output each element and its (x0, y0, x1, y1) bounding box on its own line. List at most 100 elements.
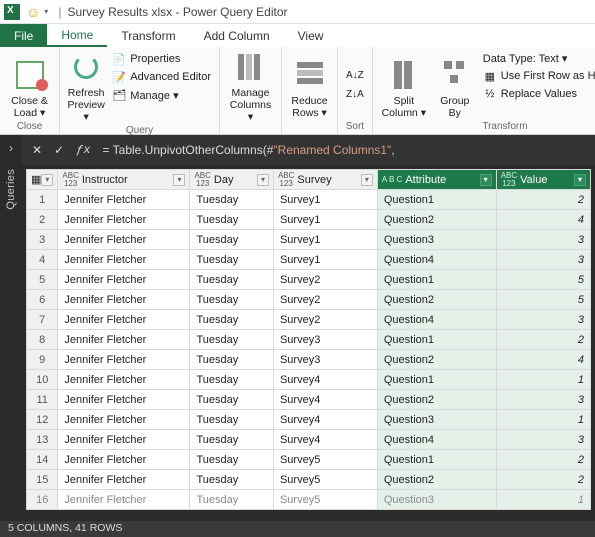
qat-dropdown-icon[interactable]: ▾ (44, 7, 48, 16)
commit-formula-button[interactable]: ✓ (54, 143, 64, 157)
column-header-attribute[interactable]: A B CAttribute▾ (377, 170, 496, 190)
cell-day[interactable]: Tuesday (190, 250, 273, 270)
rail-expand-icon[interactable]: › (9, 141, 13, 155)
tab-file[interactable]: File (0, 24, 47, 47)
cell-survey[interactable]: Survey2 (273, 270, 377, 290)
row-number[interactable]: 7 (27, 310, 58, 330)
cell-day[interactable]: Tuesday (190, 310, 273, 330)
cell-value[interactable]: 2 (496, 190, 590, 210)
cell-survey[interactable]: Survey4 (273, 410, 377, 430)
column-filter-icon[interactable]: ▾ (574, 174, 586, 186)
row-number[interactable]: 11 (27, 390, 58, 410)
cell-value[interactable]: 5 (496, 270, 590, 290)
column-filter-icon[interactable]: ▾ (257, 174, 269, 186)
cell-survey[interactable]: Survey1 (273, 250, 377, 270)
split-column-button[interactable]: Split Column ▾ (379, 51, 429, 119)
cell-instructor[interactable]: Jennifer Fletcher (58, 290, 190, 310)
cell-attribute[interactable]: Question1 (377, 270, 496, 290)
table-row[interactable]: 3Jennifer FletcherTuesdaySurvey1Question… (27, 230, 591, 250)
row-number[interactable]: 12 (27, 410, 58, 430)
table-row[interactable]: 10Jennifer FletcherTuesdaySurvey4Questio… (27, 370, 591, 390)
cell-survey[interactable]: Survey1 (273, 210, 377, 230)
table-row[interactable]: 14Jennifer FletcherTuesdaySurvey5Questio… (27, 450, 591, 470)
row-number[interactable]: 5 (27, 270, 58, 290)
queries-rail[interactable]: › Queries (0, 135, 22, 521)
cell-survey[interactable]: Survey2 (273, 290, 377, 310)
data-type-button[interactable]: Data Type: Text ▾ (481, 51, 595, 66)
cell-value[interactable]: 1 (496, 410, 590, 430)
tab-view[interactable]: View (284, 24, 338, 47)
row-number[interactable]: 4 (27, 250, 58, 270)
tab-transform[interactable]: Transform (107, 24, 189, 47)
cell-day[interactable]: Tuesday (190, 450, 273, 470)
row-number[interactable]: 16 (27, 490, 58, 510)
table-row[interactable]: 7Jennifer FletcherTuesdaySurvey2Question… (27, 310, 591, 330)
advanced-editor-button[interactable]: 📝 Advanced Editor (110, 69, 213, 85)
cell-attribute[interactable]: Question2 (377, 210, 496, 230)
cell-instructor[interactable]: Jennifer Fletcher (58, 390, 190, 410)
cell-value[interactable]: 3 (496, 230, 590, 250)
cell-day[interactable]: Tuesday (190, 190, 273, 210)
data-grid[interactable]: ▦▾ ABC123Instructor▾ABC123Day▾ABC123Surv… (22, 165, 595, 521)
cell-instructor[interactable]: Jennifer Fletcher (58, 470, 190, 490)
cell-day[interactable]: Tuesday (190, 290, 273, 310)
cell-day[interactable]: Tuesday (190, 390, 273, 410)
row-number[interactable]: 1 (27, 190, 58, 210)
cell-day[interactable]: Tuesday (190, 370, 273, 390)
cell-value[interactable]: 5 (496, 290, 590, 310)
table-row[interactable]: 16Jennifer FletcherTuesdaySurvey5Questio… (27, 490, 591, 510)
cell-day[interactable]: Tuesday (190, 430, 273, 450)
column-filter-icon[interactable]: ▾ (361, 174, 373, 186)
cell-survey[interactable]: Survey4 (273, 430, 377, 450)
formula-text[interactable]: = Table.UnpivotOtherColumns(#"Renamed Co… (103, 143, 395, 158)
table-row[interactable]: 11Jennifer FletcherTuesdaySurvey4Questio… (27, 390, 591, 410)
cell-survey[interactable]: Survey1 (273, 230, 377, 250)
tab-add-column[interactable]: Add Column (190, 24, 284, 47)
reduce-rows-button[interactable]: Reduce Rows ▾ (288, 51, 331, 119)
group-by-button[interactable]: Group By (433, 51, 477, 119)
cell-instructor[interactable]: Jennifer Fletcher (58, 250, 190, 270)
cell-instructor[interactable]: Jennifer Fletcher (58, 370, 190, 390)
table-menu-icon[interactable]: ▾ (41, 174, 53, 186)
cell-value[interactable]: 4 (496, 350, 590, 370)
sort-asc-button[interactable]: A↓Z (344, 69, 366, 82)
cell-attribute[interactable]: Question3 (377, 490, 496, 510)
cell-value[interactable]: 3 (496, 310, 590, 330)
cell-value[interactable]: 1 (496, 490, 590, 510)
cell-survey[interactable]: Survey4 (273, 390, 377, 410)
table-row[interactable]: 13Jennifer FletcherTuesdaySurvey4Questio… (27, 430, 591, 450)
cell-survey[interactable]: Survey5 (273, 470, 377, 490)
close-and-load-button[interactable]: Close & Load ▾ (6, 51, 53, 119)
cell-attribute[interactable]: Question1 (377, 370, 496, 390)
cell-value[interactable]: 1 (496, 370, 590, 390)
cell-day[interactable]: Tuesday (190, 490, 273, 510)
cell-instructor[interactable]: Jennifer Fletcher (58, 270, 190, 290)
cell-attribute[interactable]: Question2 (377, 290, 496, 310)
column-header-value[interactable]: ABC123Value▾ (496, 170, 590, 190)
cell-attribute[interactable]: Question2 (377, 390, 496, 410)
row-number[interactable]: 15 (27, 470, 58, 490)
cell-value[interactable]: 3 (496, 430, 590, 450)
table-row[interactable]: 6Jennifer FletcherTuesdaySurvey2Question… (27, 290, 591, 310)
cell-instructor[interactable]: Jennifer Fletcher (58, 410, 190, 430)
table-row[interactable]: 5Jennifer FletcherTuesdaySurvey2Question… (27, 270, 591, 290)
cell-attribute[interactable]: Question4 (377, 310, 496, 330)
manage-columns-button[interactable]: Manage Columns ▾ (226, 51, 275, 123)
row-number[interactable]: 9 (27, 350, 58, 370)
cell-survey[interactable]: Survey4 (273, 370, 377, 390)
cell-attribute[interactable]: Question1 (377, 330, 496, 350)
table-row[interactable]: 1Jennifer FletcherTuesdaySurvey1Question… (27, 190, 591, 210)
table-row[interactable]: 8Jennifer FletcherTuesdaySurvey3Question… (27, 330, 591, 350)
column-header-instructor[interactable]: ABC123Instructor▾ (58, 170, 190, 190)
cell-instructor[interactable]: Jennifer Fletcher (58, 230, 190, 250)
refresh-preview-button[interactable]: Refresh Preview ▾ (66, 51, 106, 123)
cell-attribute[interactable]: Question3 (377, 230, 496, 250)
table-row[interactable]: 9Jennifer FletcherTuesdaySurvey3Question… (27, 350, 591, 370)
table-row[interactable]: 15Jennifer FletcherTuesdaySurvey5Questio… (27, 470, 591, 490)
row-number[interactable]: 6 (27, 290, 58, 310)
cell-day[interactable]: Tuesday (190, 330, 273, 350)
cell-survey[interactable]: Survey5 (273, 450, 377, 470)
column-header-day[interactable]: ABC123Day▾ (190, 170, 273, 190)
row-number[interactable]: 13 (27, 430, 58, 450)
cell-value[interactable]: 3 (496, 390, 590, 410)
